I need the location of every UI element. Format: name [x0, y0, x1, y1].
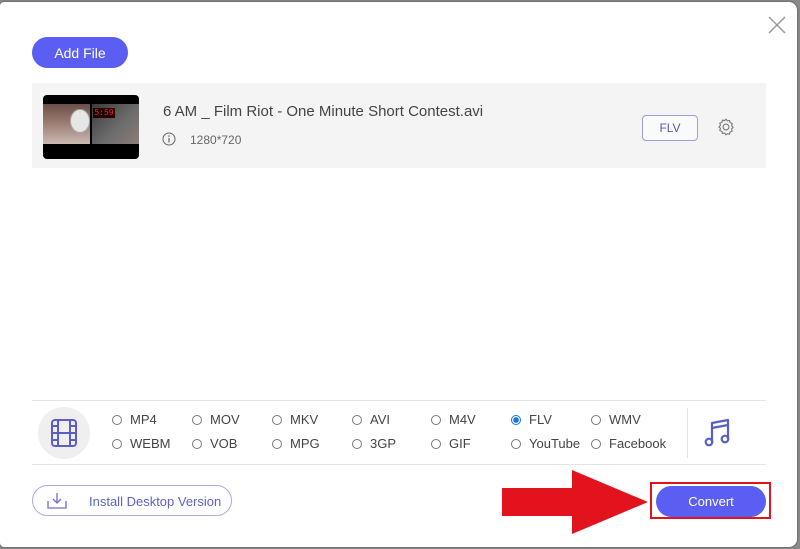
- annotation-arrow-icon: [502, 470, 648, 534]
- file-list-item: 5:59 6 AM _ Film Riot - One Minute Short…: [32, 83, 766, 168]
- radio-button[interactable]: [352, 438, 362, 449]
- download-icon: [47, 493, 67, 509]
- file-name: 6 AM _ Film Riot - One Minute Short Cont…: [163, 103, 484, 120]
- format-option-mkv[interactable]: MKV: [272, 412, 318, 427]
- format-label: MOV: [210, 412, 240, 427]
- format-label: YouTube: [529, 436, 581, 451]
- radio-button[interactable]: [591, 414, 601, 425]
- format-label: WEBM: [130, 436, 171, 451]
- gear-icon[interactable]: [716, 117, 736, 137]
- convert-button[interactable]: Convert: [656, 486, 766, 517]
- format-option-mpg[interactable]: MPG: [272, 436, 320, 451]
- radio-button-selected[interactable]: [511, 414, 521, 425]
- radio-button[interactable]: [511, 438, 521, 449]
- format-label: Facebook: [609, 436, 667, 451]
- film-icon: [51, 419, 77, 447]
- format-option-flv[interactable]: FLV: [511, 412, 552, 427]
- radio-button[interactable]: [272, 414, 282, 425]
- radio-button[interactable]: [112, 438, 122, 449]
- radio-button[interactable]: [591, 438, 601, 449]
- converter-dialog: Add File 5:59 6 AM _ Film Riot - One Min…: [0, 2, 797, 547]
- format-option-wmv[interactable]: WMV: [591, 412, 641, 427]
- format-label: 3GP: [370, 436, 397, 451]
- format-label: VOB: [210, 436, 238, 451]
- format-label: GIF: [449, 436, 471, 451]
- radio-button[interactable]: [352, 414, 362, 425]
- video-format-tab[interactable]: [38, 407, 90, 459]
- format-option-vob[interactable]: VOB: [192, 436, 237, 451]
- format-label: M4V: [449, 412, 476, 427]
- format-option-mp4[interactable]: MP4: [112, 412, 157, 427]
- file-resolution: 1280*720: [190, 133, 242, 147]
- format-option-webm[interactable]: WEBM: [112, 436, 170, 451]
- format-option-facebook[interactable]: Facebook: [591, 436, 666, 451]
- format-option-3gp[interactable]: 3GP: [352, 436, 396, 451]
- format-option-youtube[interactable]: YouTube: [511, 436, 580, 451]
- radio-button[interactable]: [192, 438, 202, 449]
- close-icon[interactable]: [766, 14, 788, 36]
- format-option-avi[interactable]: AVI: [352, 412, 390, 427]
- radio-button[interactable]: [112, 414, 122, 425]
- format-label: FLV: [529, 412, 552, 427]
- radio-button[interactable]: [192, 414, 202, 425]
- radio-button[interactable]: [431, 438, 441, 449]
- format-option-m4v[interactable]: M4V: [431, 412, 476, 427]
- install-label: Install Desktop Version: [89, 494, 222, 509]
- format-option-mov[interactable]: MOV: [192, 412, 240, 427]
- music-note-icon[interactable]: [704, 418, 732, 448]
- thumbnail-clock-digits: 5:59: [93, 108, 115, 118]
- radio-button[interactable]: [431, 414, 441, 425]
- format-panel-top-divider: [32, 400, 766, 401]
- install-desktop-version-button[interactable]: Install Desktop Version: [32, 485, 232, 516]
- format-label: MKV: [290, 412, 319, 427]
- radio-button[interactable]: [272, 438, 282, 449]
- thumbnail-clock: [70, 109, 90, 133]
- format-option-gif[interactable]: GIF: [431, 436, 471, 451]
- format-label: MPG: [290, 436, 320, 451]
- format-label: AVI: [370, 412, 390, 427]
- format-label: WMV: [609, 412, 641, 427]
- output-format-button[interactable]: FLV: [642, 115, 698, 141]
- video-thumbnail: 5:59: [43, 95, 139, 159]
- format-label: MP4: [130, 412, 157, 427]
- format-panel-vertical-divider: [687, 408, 688, 458]
- info-icon[interactable]: [162, 132, 176, 146]
- format-panel-bottom-divider: [32, 464, 766, 465]
- add-file-button[interactable]: Add File: [32, 37, 128, 68]
